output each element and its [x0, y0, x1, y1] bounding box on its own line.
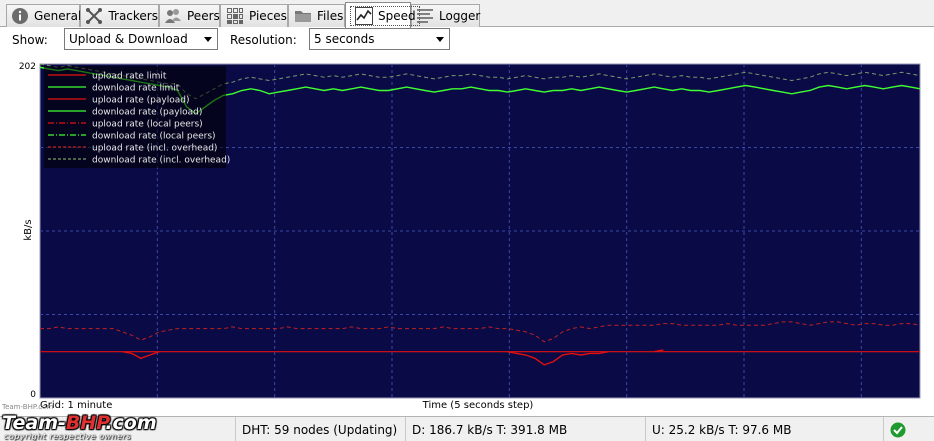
info-icon [11, 7, 29, 25]
legend-label: upload rate (local peers) [92, 120, 203, 130]
watermark-top: Team-BHP.com [2, 403, 54, 411]
tab-pieces[interactable]: Pieces [220, 4, 288, 27]
legend-label: download rate limit [92, 84, 180, 94]
watermark-brand-b: BHP [65, 412, 106, 434]
tab-general[interactable]: General [6, 4, 82, 27]
legend-label: upload rate limit [92, 72, 167, 82]
tab-label: Trackers [108, 9, 158, 23]
tab-label: Speed [378, 8, 416, 23]
resolution-select[interactable]: 5 seconds [309, 28, 450, 50]
tab-bar: General Trackers Peers Pieces Files Spee… [0, 0, 934, 28]
pieces-icon [225, 7, 244, 25]
download-status-text: D: 186.7 kB/s T: 391.8 MB [412, 422, 568, 437]
speed-graph-panel: upload rate limit download rate limit uplo… [0, 52, 934, 416]
legend-label: download rate (local peers) [92, 132, 216, 142]
y-tick-max: 202 [19, 62, 36, 72]
tab-label: Logger [439, 9, 481, 23]
watermark-brand: Team-BHP.com [2, 412, 157, 434]
watermark: Team-BHP.com Team-BHP.com copyright resp… [2, 403, 190, 441]
graph-options-bar: Show: Upload & Download Resolution: 5 se… [0, 27, 934, 52]
tab-label: Pieces [249, 9, 287, 23]
watermark-brand-c: .com [105, 412, 157, 434]
watermark-brand-a: Team- [2, 412, 66, 434]
tab-speed[interactable]: Speed [345, 2, 420, 28]
tab-files[interactable]: Files [288, 4, 345, 27]
tab-label: General [34, 9, 82, 23]
resolution-label: Resolution: [230, 33, 297, 47]
tab-peers[interactable]: Peers [159, 4, 220, 27]
show-select[interactable]: Upload & Download [64, 28, 218, 50]
dht-status: DHT: 59 nodes (Updating) [235, 417, 405, 441]
tab-logger[interactable]: Logger [411, 4, 480, 27]
show-label: Show: [12, 33, 48, 47]
legend-label: upload rate (incl. overhead) [92, 144, 217, 154]
y-axis-label: kB/s [23, 219, 34, 240]
upload-status: U: 25.2 kB/s T: 97.6 MB [645, 417, 883, 441]
x-axis-label: Time (5 seconds step) [422, 400, 534, 411]
dht-status-text: DHT: 59 nodes (Updating) [242, 422, 398, 437]
folder-icon [293, 7, 312, 25]
speed-graph-icon [354, 6, 373, 25]
y-tick-min: 0 [30, 390, 36, 400]
download-status: D: 186.7 kB/s T: 391.8 MB [405, 417, 645, 441]
legend-label: download rate (payload) [92, 108, 202, 118]
legend-label: upload rate (payload) [92, 96, 189, 106]
check-icon [890, 422, 906, 437]
connection-status[interactable] [883, 417, 934, 441]
legend: upload rate limit download rate limit uplo… [44, 66, 230, 168]
tab-trackers[interactable]: Trackers [80, 4, 159, 27]
legend-label: download rate (incl. overhead) [92, 156, 230, 166]
chevron-down-icon [436, 37, 444, 42]
tab-focus-frame: Speed [350, 5, 420, 26]
watermark-sub: copyright respective owners [4, 432, 132, 441]
tab-label: Files [317, 9, 344, 23]
tab-label: Peers [187, 9, 220, 23]
chevron-down-icon [204, 37, 212, 42]
trackers-icon [85, 7, 103, 25]
show-select-value: Upload & Download [69, 32, 188, 46]
resolution-select-value: 5 seconds [314, 32, 375, 46]
upload-status-text: U: 25.2 kB/s T: 97.6 MB [652, 422, 792, 437]
speed-graph: upload rate limit download rate limit uplo… [19, 62, 921, 411]
peers-icon [164, 7, 182, 25]
